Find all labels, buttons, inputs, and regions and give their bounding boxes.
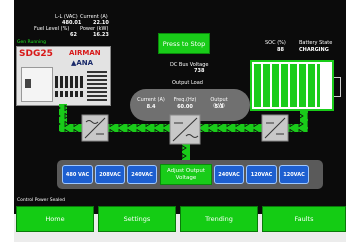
rectifier-icon xyxy=(81,114,109,142)
flow-bar-gen-right xyxy=(59,124,82,132)
voltage-120vac-button-2[interactable]: 120VAC xyxy=(279,165,309,184)
voltage-240vac-button-2[interactable]: 240VAC xyxy=(214,165,244,184)
nav-home-button[interactable]: Home xyxy=(16,206,94,232)
control-power-status: Control Power Sealed xyxy=(17,198,65,203)
voltage-480vac-button[interactable]: 480 VAC xyxy=(62,165,93,184)
voltage-240vac-button[interactable]: 240VAC xyxy=(127,165,157,184)
inverter-icon xyxy=(169,114,201,145)
flow-bar-dc-right xyxy=(200,124,262,132)
nav-settings-button[interactable]: Settings xyxy=(98,206,176,232)
nav-trending-button[interactable]: Trending xyxy=(180,206,258,232)
flow-bar-bat-up xyxy=(300,111,308,132)
screen: L-L (VAC) Current (A) 480.01 22.10 Fuel … xyxy=(0,0,346,242)
flow-bar-dc-left xyxy=(108,124,170,132)
nav-faults-button[interactable]: Faults xyxy=(262,206,346,232)
voltage-208vac-button[interactable]: 208VAC xyxy=(95,165,125,184)
voltage-120vac-button[interactable]: 120VAC xyxy=(246,165,277,184)
adjust-output-voltage-button[interactable]: Adjust Output Voltage xyxy=(160,164,212,185)
dc-dc-converter-icon xyxy=(261,114,289,142)
